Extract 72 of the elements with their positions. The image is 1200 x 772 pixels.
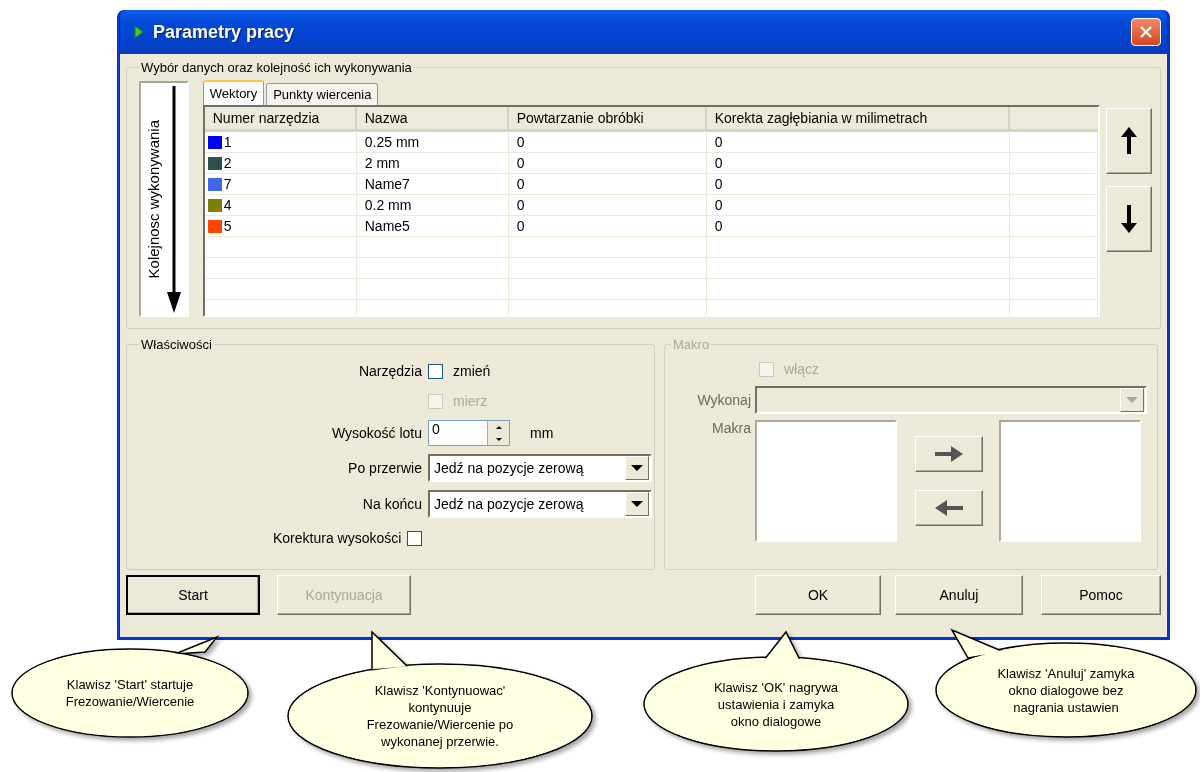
tab[interactable]: Punkty wiercenia xyxy=(266,83,379,105)
column-header[interactable]: Powtarzanie obróbki xyxy=(508,107,707,132)
move-up-button[interactable] xyxy=(1106,108,1152,174)
down-arrow-icon xyxy=(1121,205,1137,233)
left-arrow-icon xyxy=(935,500,963,516)
table-cell: 0.2 mm xyxy=(356,195,509,216)
checkbox[interactable] xyxy=(407,530,423,546)
callout-text: Klawisz 'Anuluj' zamyka okno dialogowe bez nagrania ustawien xyxy=(996,664,1136,716)
table-cell: 0 xyxy=(508,132,707,153)
column-header[interactable]: Numer narzędzia xyxy=(204,107,357,132)
move-left-button[interactable] xyxy=(915,490,983,526)
up-arrow-icon xyxy=(1121,127,1137,155)
group-title: Wybór danych oraz kolejność ich wykonywania xyxy=(140,61,413,75)
table-cell: 0 xyxy=(706,216,1010,237)
field-label: Korektura wysokości xyxy=(273,530,402,546)
table-cell: 2 xyxy=(223,155,232,171)
table-cell: Name5 xyxy=(356,216,509,237)
table-cell: 2 mm xyxy=(356,153,509,174)
dropdown[interactable]: Jedź na pozycje zerową xyxy=(428,454,652,482)
dialog-button[interactable]: Anuluj xyxy=(895,575,1023,615)
table-cell: 7 xyxy=(223,176,232,192)
checkbox-label: włącz xyxy=(784,361,819,377)
window-title: Parametry pracy xyxy=(153,21,296,43)
table-cell: 0 xyxy=(508,174,707,195)
table-cell: 0 xyxy=(706,153,1010,174)
dialog-button[interactable]: Start xyxy=(126,575,260,615)
column-header[interactable]: Nazwa xyxy=(356,107,509,132)
checkbox-label: mierz xyxy=(453,393,488,409)
table-cell: 0 xyxy=(706,195,1010,216)
triangle-icon xyxy=(134,25,144,39)
table-cell: 5 xyxy=(223,218,232,234)
field-label: Po przerwie xyxy=(347,460,422,476)
group-title: Właściwości xyxy=(140,338,213,352)
up-triangle-icon xyxy=(495,425,502,429)
callout-text: Klawisz 'OK' nagrywa ustawienia i zamyka okno dialogowe xyxy=(712,678,840,730)
table-cell: 0 xyxy=(508,195,707,216)
spin-up-button[interactable] xyxy=(487,421,509,433)
callout-text: Klawisz 'Kontynuowac' kontynuuje Frezowanie/Wiercenie po wykonanej przerwie. xyxy=(365,682,515,750)
spin-down-button[interactable] xyxy=(487,433,509,445)
column-header[interactable]: Korekta zagłębiania w milimetrach xyxy=(706,107,1010,132)
down-triangle-icon xyxy=(495,437,502,441)
order-label: Kolejnosc wykonywania xyxy=(145,119,163,279)
dropdown[interactable]: Jedź na pozycje zerową xyxy=(428,490,652,518)
table-cell: 0 xyxy=(706,132,1010,153)
move-down-button[interactable] xyxy=(1106,186,1152,252)
unit-label: mm xyxy=(530,425,554,441)
field-label: Na końcu xyxy=(361,496,422,512)
callout-text: Klawisz 'Start' startuje Frezowanie/Wiercenie xyxy=(64,676,196,710)
field-label: Wysokość lotu xyxy=(330,425,422,441)
number-field[interactable]: 0 xyxy=(428,420,510,446)
field-label: Narzędzia xyxy=(357,363,422,379)
dropdown[interactable] xyxy=(755,386,1147,414)
checkbox[interactable] xyxy=(428,363,443,379)
table-cell: 0 xyxy=(508,153,707,174)
table-cell: 1 xyxy=(223,134,232,150)
move-right-button[interactable] xyxy=(915,436,983,472)
table-cell: 4 xyxy=(223,197,232,213)
field-label: Wykonaj xyxy=(696,392,751,408)
table-cell: 0 xyxy=(706,174,1010,195)
table-cell: 0 xyxy=(508,216,707,237)
tab[interactable]: Wektory xyxy=(202,80,265,105)
dialog-button[interactable]: Pomoc xyxy=(1041,575,1161,615)
right-arrow-icon xyxy=(935,446,963,462)
table-cell: 0.25 mm xyxy=(356,132,509,153)
group-title: Makro xyxy=(672,338,711,352)
table-cell: Name7 xyxy=(356,174,509,195)
close-button[interactable] xyxy=(1131,18,1161,46)
close-icon xyxy=(1139,25,1153,39)
down-arrow-icon xyxy=(166,86,183,314)
field-label: Makra xyxy=(711,420,751,436)
checkbox-label: zmień xyxy=(453,363,491,379)
dialog-button[interactable]: OK xyxy=(755,575,881,615)
